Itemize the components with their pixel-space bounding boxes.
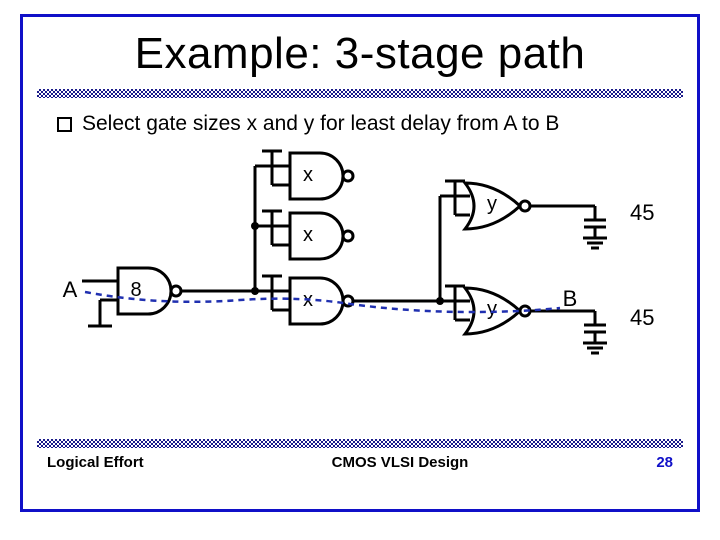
circuit-diagram: A 8 x x [40,148,680,398]
bullet-item: Select gate sizes x and y for least dela… [57,112,697,136]
cap-2: 45 [630,305,654,330]
size-nor-2: y [487,298,497,320]
slide-frame: Example: 3-stage path Select gate sizes … [20,14,700,512]
size-nand-2: x [303,224,313,246]
bullet-text: Select gate sizes x and y for least dela… [82,112,559,136]
divider-bottom [37,439,683,448]
divider-top [37,89,683,98]
footer: Logical Effort CMOS VLSI Design 28 [23,448,697,471]
footer-center: CMOS VLSI Design [144,454,657,471]
footer-left: Logical Effort [47,454,144,471]
size-nor-1: y [487,193,497,215]
size-nand-1: x [303,164,313,186]
cap-1: 45 [630,200,654,225]
label-a: A [63,277,78,302]
bullet-icon [57,117,72,132]
footer-page: 28 [656,454,673,471]
slide-title: Example: 3-stage path [23,29,697,79]
label-b: B [563,286,578,311]
